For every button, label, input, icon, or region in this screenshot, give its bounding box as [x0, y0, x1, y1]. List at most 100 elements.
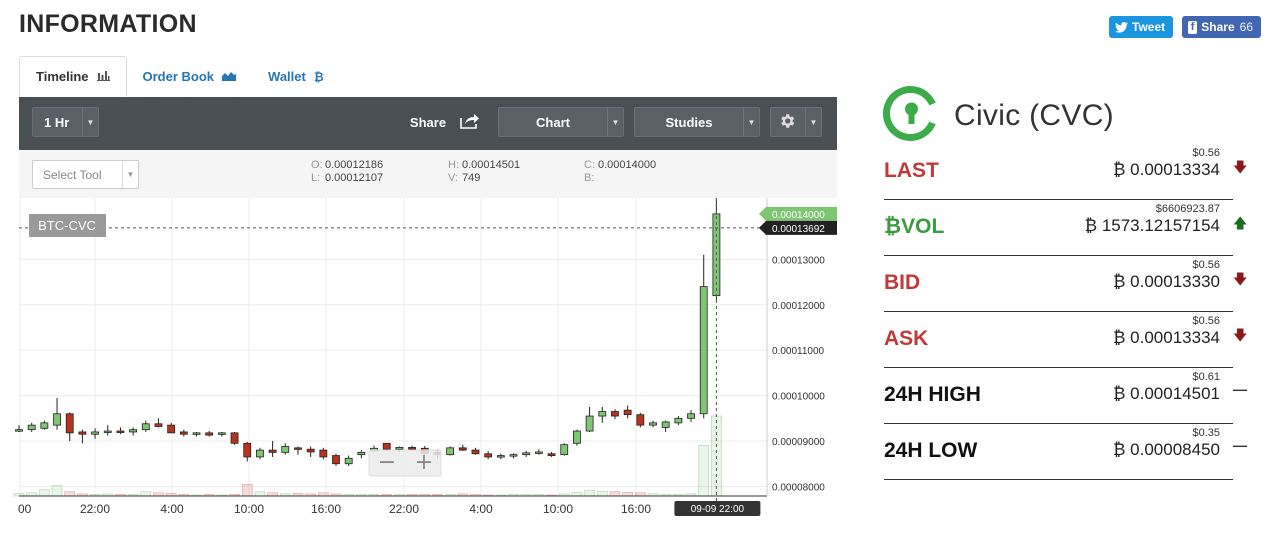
candle-up [281, 446, 290, 453]
x-tick-label: 4:00 [469, 502, 493, 516]
y-tick-label: 0.00012000 [772, 301, 825, 312]
y-tick-label: 0.00008000 [772, 482, 825, 493]
close-value: 0.00014000 [598, 159, 657, 171]
stat-usd: $0.56 [1192, 315, 1220, 327]
facebook-share-button[interactable]: f Share 66 [1182, 16, 1261, 38]
dash-icon: — [1233, 381, 1247, 397]
candle-up [129, 429, 138, 433]
candle-down [547, 453, 556, 456]
page-title: INFORMATION [19, 10, 197, 38]
chevron-down-icon: ▼ [122, 161, 138, 188]
ohlc-close: C: 0.00014000 B: [584, 159, 657, 184]
bitcoin-icon: ₿ [1084, 216, 1098, 235]
candle-up [560, 444, 569, 456]
y-tick-label: 0.00011000 [772, 346, 825, 357]
studies-label: Studies [665, 114, 713, 130]
stat-value: ₿ 0.00014501 [1113, 384, 1220, 404]
candle-up [661, 421, 670, 428]
zoom-in-icon[interactable]: + [415, 450, 433, 475]
candle-up [15, 429, 23, 432]
stat-label: ASK [884, 327, 929, 350]
stat-value: ₿ 1573.12157154 [1084, 216, 1220, 236]
stat-label-text: VOL [901, 215, 945, 238]
interval-select[interactable]: 1 Hr ▼ [32, 107, 99, 137]
stat-number: 0.00008450 [1130, 440, 1220, 459]
bar-chart-icon [96, 70, 110, 84]
volume-bar [596, 490, 608, 497]
chart-type-select[interactable]: Chart ▼ [498, 107, 624, 137]
candle-up [649, 422, 657, 426]
tab-order-book[interactable]: Order Book [127, 56, 253, 97]
stat-value: ₿ 0.00013330 [1113, 272, 1220, 292]
stat-label: 24H HIGH [884, 383, 981, 406]
bitcoin-icon: ₿ [884, 215, 902, 238]
candle-down [458, 447, 467, 451]
last-price-label: 0.00014000 [772, 210, 825, 221]
area-chart-icon [222, 70, 237, 84]
facebook-icon: f [1188, 20, 1198, 34]
candle-down [154, 423, 163, 427]
crosshair-time-label: 09-09 22:00 [691, 504, 745, 515]
select-tool-dropdown[interactable]: Select Tool ▼ [32, 160, 139, 189]
candle-up [27, 424, 36, 431]
tab-label: Order Book [142, 69, 215, 84]
candle-down [78, 431, 87, 435]
volume-bar [571, 491, 583, 497]
share-label: Share [409, 114, 447, 130]
stat-volume: ₿VOL $6606923.87 ₿ 1573.12157154 🡅 [884, 200, 1247, 256]
arrow-up-icon: 🡅 [1233, 215, 1248, 231]
chart-share-button[interactable]: Share [395, 107, 495, 137]
candle-down [319, 449, 328, 458]
x-tick-label: 10:00 [543, 502, 573, 516]
price-chart[interactable]: 0.00008000 0.00009000 0.00010000 0.00011000… [0, 198, 840, 518]
low-value: 0.00012107 [325, 172, 384, 184]
candle-down [167, 424, 176, 434]
candle-down [116, 430, 125, 433]
bitcoin-icon: ₿ [1112, 384, 1126, 403]
arrow-down-icon: 🡇 [1233, 327, 1248, 343]
candle-down [332, 455, 340, 465]
stat-label: 24H LOW [884, 439, 978, 462]
volume-bar [622, 491, 633, 497]
bitcoin-icon: ₿ [313, 69, 324, 84]
stat-number: 0.00014501 [1130, 384, 1220, 403]
stat-last: LAST $0.56 ₿ 0.00013334 🡇 [884, 144, 1247, 200]
coin-name: Civic (CVC) [954, 99, 1114, 132]
zoom-out-icon[interactable]: − [378, 450, 396, 475]
candle-down [243, 442, 252, 458]
stat-usd: $0.35 [1192, 427, 1220, 439]
chart-info-bar: Select Tool ▼ O: 0.00012186 L: 0.00012107 … [19, 150, 837, 198]
ohlc-open-low: O: 0.00012186 L: 0.00012107 [311, 159, 384, 184]
candle-down [382, 442, 391, 450]
volume-bar [140, 491, 152, 497]
candle-up [344, 457, 353, 465]
stat-number: 1573.12157154 [1101, 216, 1220, 235]
x-tick-label: 22:00 [80, 502, 110, 516]
candle-up [53, 413, 61, 426]
share-count: 66 [1239, 20, 1253, 34]
candle-down [205, 432, 214, 436]
candle-up [573, 430, 581, 444]
stat-label: BID [884, 271, 921, 294]
x-tick-label: 22:00 [389, 502, 419, 516]
studies-select[interactable]: Studies ▼ [634, 107, 760, 137]
select-tool-placeholder: Select Tool [43, 167, 102, 182]
candle-down [636, 414, 645, 426]
candle-down [471, 449, 480, 455]
chevron-down-icon: ▼ [805, 108, 821, 136]
gear-icon [778, 112, 796, 133]
settings-button[interactable]: ▼ [770, 107, 822, 137]
x-tick-label: 10:00 [234, 502, 264, 516]
tab-wallet[interactable]: Wallet ₿ [252, 56, 340, 97]
tweet-button[interactable]: Tweet [1109, 16, 1173, 38]
stat-number: 0.00013334 [1130, 328, 1220, 347]
candle-up [598, 411, 607, 417]
stat-24h-low: 24H LOW $0.35 ₿ 0.00008450 — [884, 424, 1247, 480]
candle-down [408, 446, 416, 450]
coin-header: Civic (CVC) [883, 85, 1114, 147]
tab-timeline[interactable]: Timeline [19, 56, 127, 97]
volume-bar [64, 491, 76, 497]
candle-down [230, 432, 239, 444]
arrow-down-icon: 🡇 [1233, 271, 1248, 287]
volume-bar [584, 489, 595, 497]
